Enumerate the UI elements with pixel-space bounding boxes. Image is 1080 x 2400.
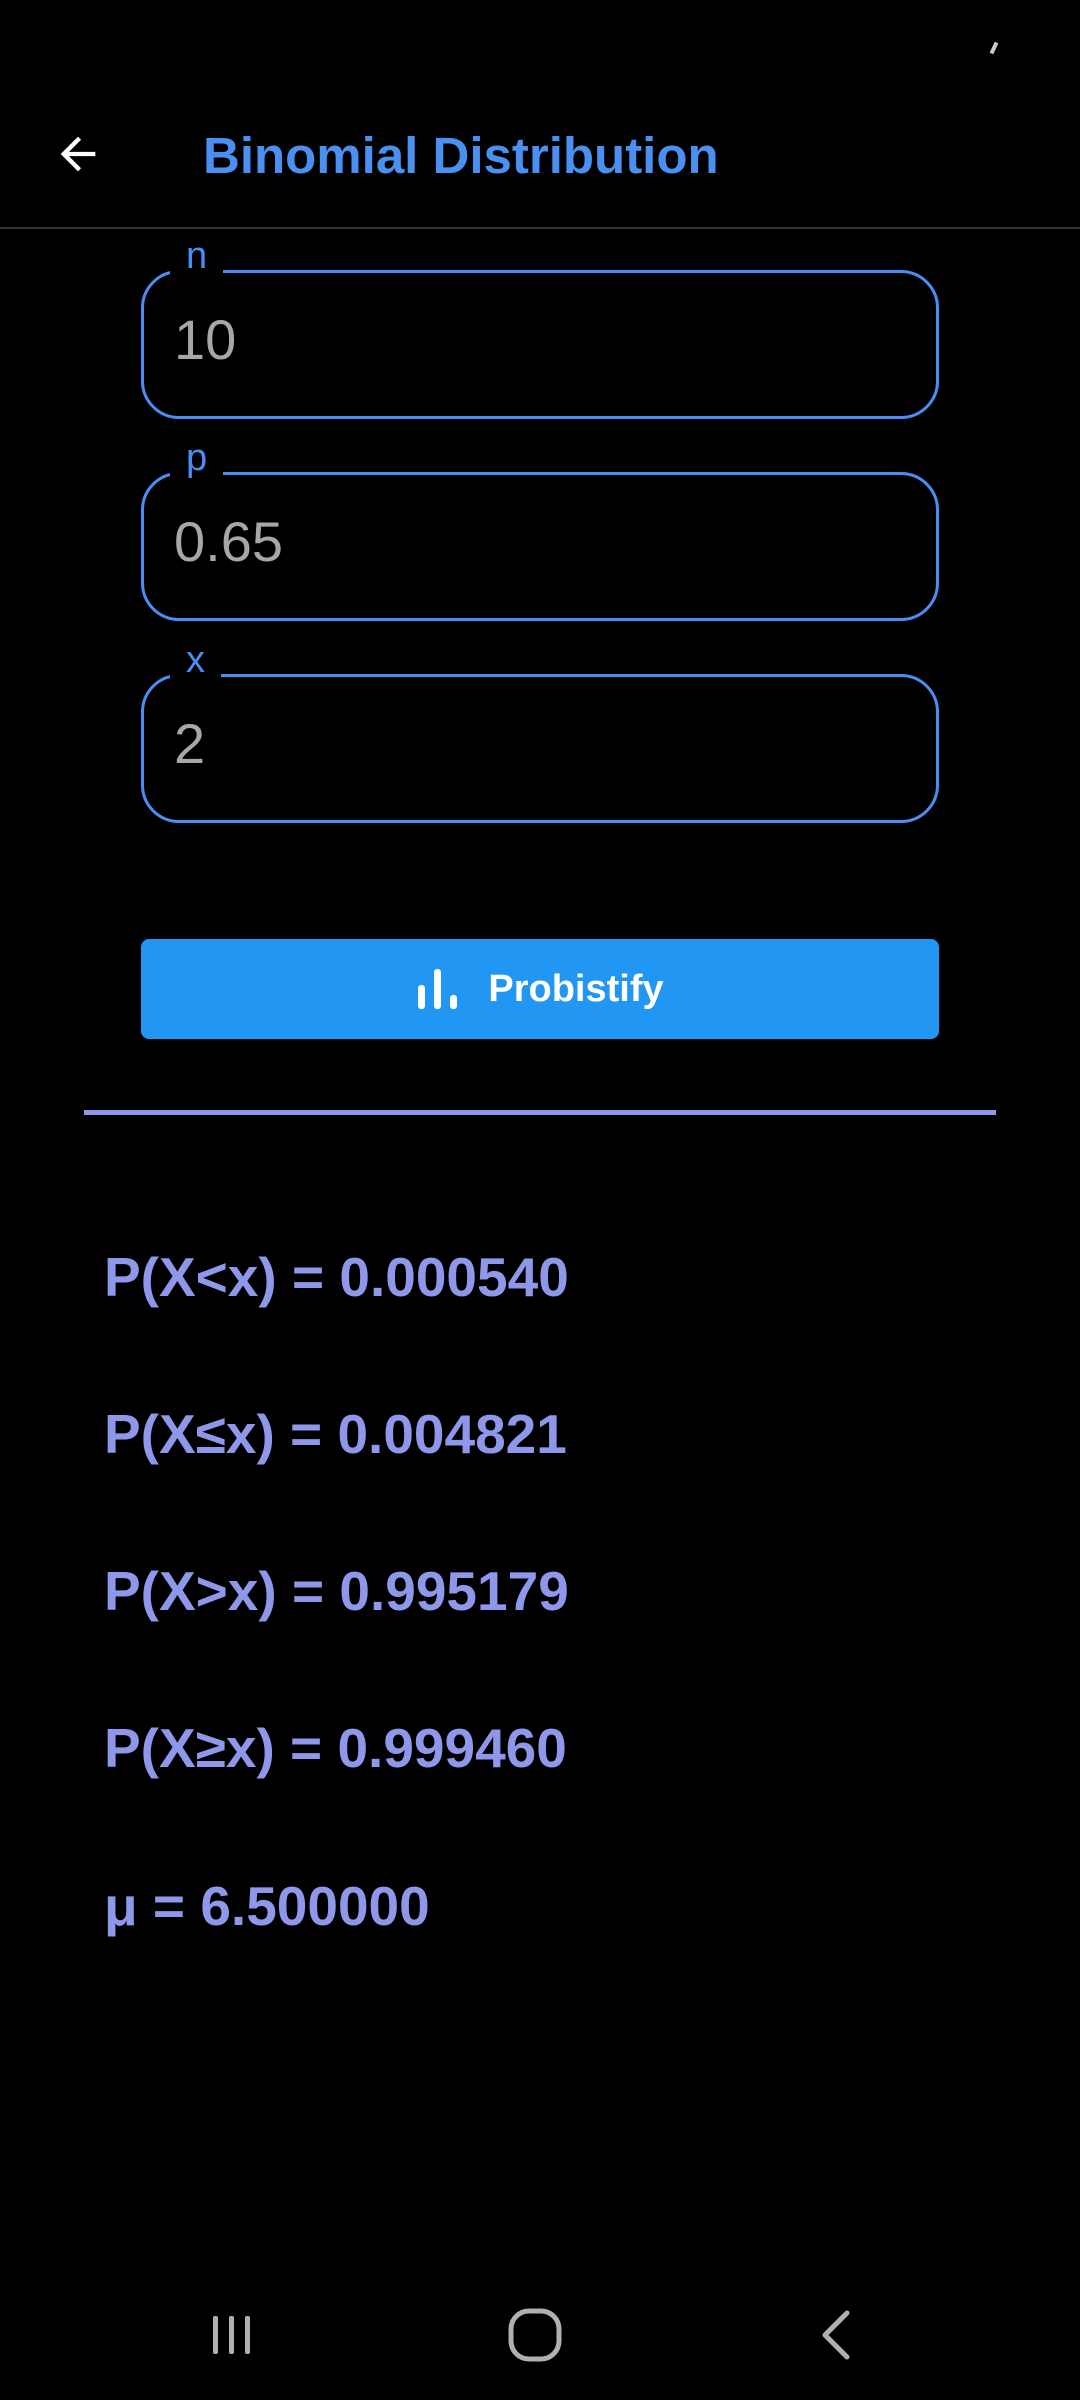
recent-apps-button[interactable]	[172, 2285, 292, 2385]
result-mean: μ = 6.500000	[104, 1875, 430, 1937]
result-p-greater: P(X>x) = 0.995179	[104, 1560, 569, 1622]
status-bar	[0, 0, 1080, 80]
system-back-button[interactable]	[777, 2285, 897, 2385]
p-input[interactable]	[174, 505, 874, 577]
x-field[interactable]: x	[141, 637, 939, 823]
app-bar: Binomial Distribution	[0, 80, 1080, 229]
probistify-button-label: Probistify	[488, 967, 664, 1010]
n-input[interactable]	[174, 303, 874, 375]
home-button[interactable]	[475, 2285, 595, 2385]
recent-apps-icon	[213, 2316, 250, 2354]
status-indicator-icon	[989, 41, 999, 55]
x-input[interactable]	[174, 707, 874, 779]
home-icon	[508, 2308, 562, 2362]
x-field-label: x	[170, 637, 221, 683]
result-p-less-equal: P(X≤x) = 0.004821	[104, 1403, 567, 1465]
result-p-greater-equal: P(X≥x) = 0.999460	[104, 1717, 567, 1779]
results-divider	[84, 1110, 996, 1115]
p-field-label: p	[170, 435, 224, 481]
page-title: Binomial Distribution	[203, 127, 719, 184]
back-chevron-icon	[822, 2310, 850, 2360]
result-p-less: P(X<x) = 0.000540	[104, 1246, 569, 1308]
n-field-label: n	[170, 233, 224, 279]
bar-chart-icon	[418, 969, 458, 1009]
back-button[interactable]	[40, 116, 116, 192]
n-field[interactable]: n	[141, 233, 939, 419]
arrow-left-icon	[60, 136, 96, 172]
probistify-button[interactable]: Probistify	[141, 939, 939, 1039]
system-navigation-bar	[0, 2270, 1080, 2400]
p-field[interactable]: p	[141, 435, 939, 621]
